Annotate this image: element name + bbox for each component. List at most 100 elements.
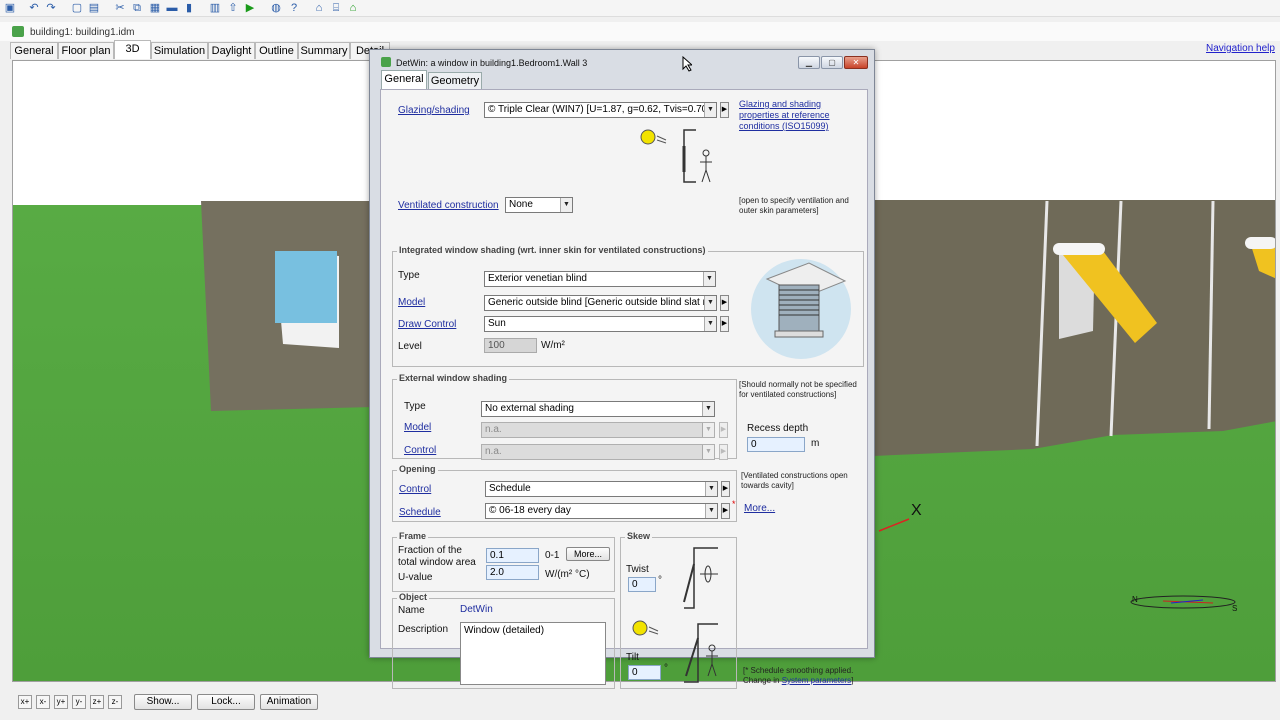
chevron-down-icon[interactable]: ▼ (704, 296, 716, 310)
shading-model-select[interactable]: Generic outside blind [Generic outside b… (484, 295, 717, 311)
external-type-select[interactable]: No external shading ▼ (481, 401, 715, 417)
tab-floor-plan[interactable]: Floor plan (58, 42, 114, 59)
lock-button[interactable]: Lock... (197, 694, 255, 710)
chevron-down-icon[interactable]: ▼ (702, 423, 714, 437)
detwin-dialog: DetWin: a window in building1.Bedroom1.W… (369, 49, 875, 689)
redo-icon[interactable]: ↷ (44, 1, 58, 15)
object-description-textarea[interactable]: Window (detailed) (460, 622, 606, 685)
tab-simulation[interactable]: Simulation (151, 42, 208, 59)
object-name-value: DetWin (460, 604, 493, 615)
home-icon[interactable]: ⌂ (346, 1, 360, 15)
external-shading-title: External window shading (397, 373, 510, 383)
animation-button[interactable]: Animation (260, 694, 318, 710)
dialog-tab-general[interactable]: General (381, 70, 427, 90)
view-y-plus-button[interactable]: y+ (54, 695, 68, 709)
globe-icon[interactable]: ◍ (269, 1, 283, 15)
maximize-button[interactable]: ▢ (821, 56, 843, 69)
draw-control-link[interactable]: Draw Control (398, 319, 456, 330)
frame-uvalue-label: U-value (398, 572, 433, 583)
schedule-open-button[interactable]: ▶ (721, 503, 730, 519)
opening-title: Opening (397, 464, 438, 474)
view-z-plus-button[interactable]: z+ (90, 695, 104, 709)
external-control-select[interactable]: n.a. ▼ (481, 444, 715, 460)
frame-title: Frame (397, 531, 429, 541)
minimize-button[interactable]: ▁ (798, 56, 820, 69)
view-y-minus-button[interactable]: y- (72, 695, 86, 709)
level-input[interactable]: 100 (484, 338, 537, 353)
opening-more-link[interactable]: More... (744, 503, 775, 514)
integrated-shading-title: Integrated window shading (wrt. inner sk… (397, 245, 708, 255)
show-button[interactable]: Show... (134, 694, 192, 710)
glazing-open-button[interactable]: ▶ (720, 102, 729, 118)
dialog-tab-geometry[interactable]: Geometry (428, 72, 482, 89)
navigation-help-link[interactable]: Navigation help (1206, 43, 1275, 54)
shading-model-open-button[interactable]: ▶ (720, 295, 729, 311)
opening-control-link[interactable]: Control (399, 484, 431, 495)
glazing-select-value: © Triple Clear (WIN7) [U=1.87, g=0.62, T… (488, 104, 711, 115)
database-icon[interactable]: ▮ (182, 1, 196, 15)
draw-control-open-button[interactable]: ▶ (720, 316, 729, 332)
ventilated-select[interactable]: None ▼ (505, 197, 573, 213)
view-x-minus-button[interactable]: x- (36, 695, 50, 709)
chevron-down-icon[interactable]: ▼ (704, 103, 716, 117)
zone-icon[interactable]: ⌸ (329, 1, 343, 15)
opening-control-select[interactable]: Schedule ▼ (485, 481, 718, 497)
compass-north-label: N (1132, 595, 1138, 604)
frame-more-button[interactable]: More... (566, 547, 610, 561)
external-control-link[interactable]: Control (404, 445, 436, 456)
chevron-down-icon[interactable]: ▼ (705, 482, 717, 496)
external-model-open-button[interactable]: ▶ (719, 422, 728, 438)
chevron-down-icon[interactable]: ▼ (702, 445, 714, 459)
chevron-down-icon[interactable]: ▼ (703, 272, 715, 286)
undo-icon[interactable]: ↶ (27, 1, 41, 15)
export-icon[interactable]: ⇧ (226, 1, 240, 15)
tab-summary[interactable]: Summary (298, 42, 350, 59)
frame-uvalue-input[interactable]: 2.0 (486, 565, 539, 580)
tab-general[interactable]: General (10, 42, 58, 59)
frame-group: Frame Fraction of the total window area … (392, 531, 615, 592)
cut-icon[interactable]: ✂ (113, 1, 127, 15)
chevron-down-icon[interactable]: ▼ (705, 504, 717, 518)
tab-3d[interactable]: 3D (114, 40, 151, 59)
view-z-minus-button[interactable]: z- (108, 695, 122, 709)
opening-control-open-button[interactable]: ▶ (721, 481, 730, 497)
draw-control-select[interactable]: Sun ▼ (484, 316, 717, 332)
glazing-shading-link[interactable]: Glazing/shading (398, 105, 470, 116)
tab-outline[interactable]: Outline (255, 42, 298, 59)
help-pointer-icon[interactable]: ? (287, 1, 301, 15)
run-simulation-icon[interactable]: ▶ (243, 1, 257, 15)
level-unit: W/m² (541, 340, 565, 351)
document-title-bar: building1: building1.idm (0, 22, 1280, 41)
frame-fraction-input[interactable]: 0.1 (486, 548, 539, 563)
glazing-select[interactable]: © Triple Clear (WIN7) [U=1.87, g=0.62, T… (484, 102, 717, 118)
external-control-open-button[interactable]: ▶ (719, 444, 728, 460)
glazing-properties-link[interactable]: Glazing and shading properties at refere… (739, 99, 849, 132)
close-button[interactable]: ✕ (844, 56, 868, 69)
view-x-plus-button[interactable]: x+ (18, 695, 32, 709)
copy-icon[interactable]: ⧉ (130, 1, 144, 15)
schedule-select[interactable]: © 06-18 every day ▼ (485, 503, 718, 519)
level-label: Level (398, 341, 422, 352)
schedule-link[interactable]: Schedule (399, 507, 441, 518)
ventilated-construction-link[interactable]: Ventilated construction (398, 200, 499, 211)
recess-depth-input[interactable]: 0 (747, 437, 805, 452)
external-model-select[interactable]: n.a. ▼ (481, 422, 715, 438)
system-parameters-link[interactable]: System parameters (782, 676, 851, 685)
external-model-link[interactable]: Model (404, 422, 431, 433)
shading-type-select[interactable]: Exterior venetian blind ▼ (484, 271, 716, 287)
chevron-down-icon[interactable]: ▼ (704, 317, 716, 331)
tab-daylight[interactable]: Daylight (208, 42, 255, 59)
layout-split-icon[interactable]: ▤ (87, 1, 101, 15)
shading-model-link[interactable]: Model (398, 297, 425, 308)
app-icon[interactable]: ▣ (3, 1, 17, 15)
layout-single-icon[interactable]: ▢ (70, 1, 84, 15)
general-panel: Glazing/shading © Triple Clear (WIN7) [U… (380, 89, 868, 689)
paste-icon[interactable]: ▦ (148, 1, 162, 15)
schedule-smoothing-marker: * (732, 499, 736, 509)
chevron-down-icon[interactable]: ▼ (560, 198, 572, 212)
chevron-down-icon[interactable]: ▼ (702, 402, 714, 416)
folder-icon[interactable]: ▬ (165, 1, 179, 15)
report-icon[interactable]: ▥ (208, 1, 222, 15)
building-icon[interactable]: ⌂ (312, 1, 326, 15)
frame-fraction-range: 0-1 (545, 550, 560, 561)
